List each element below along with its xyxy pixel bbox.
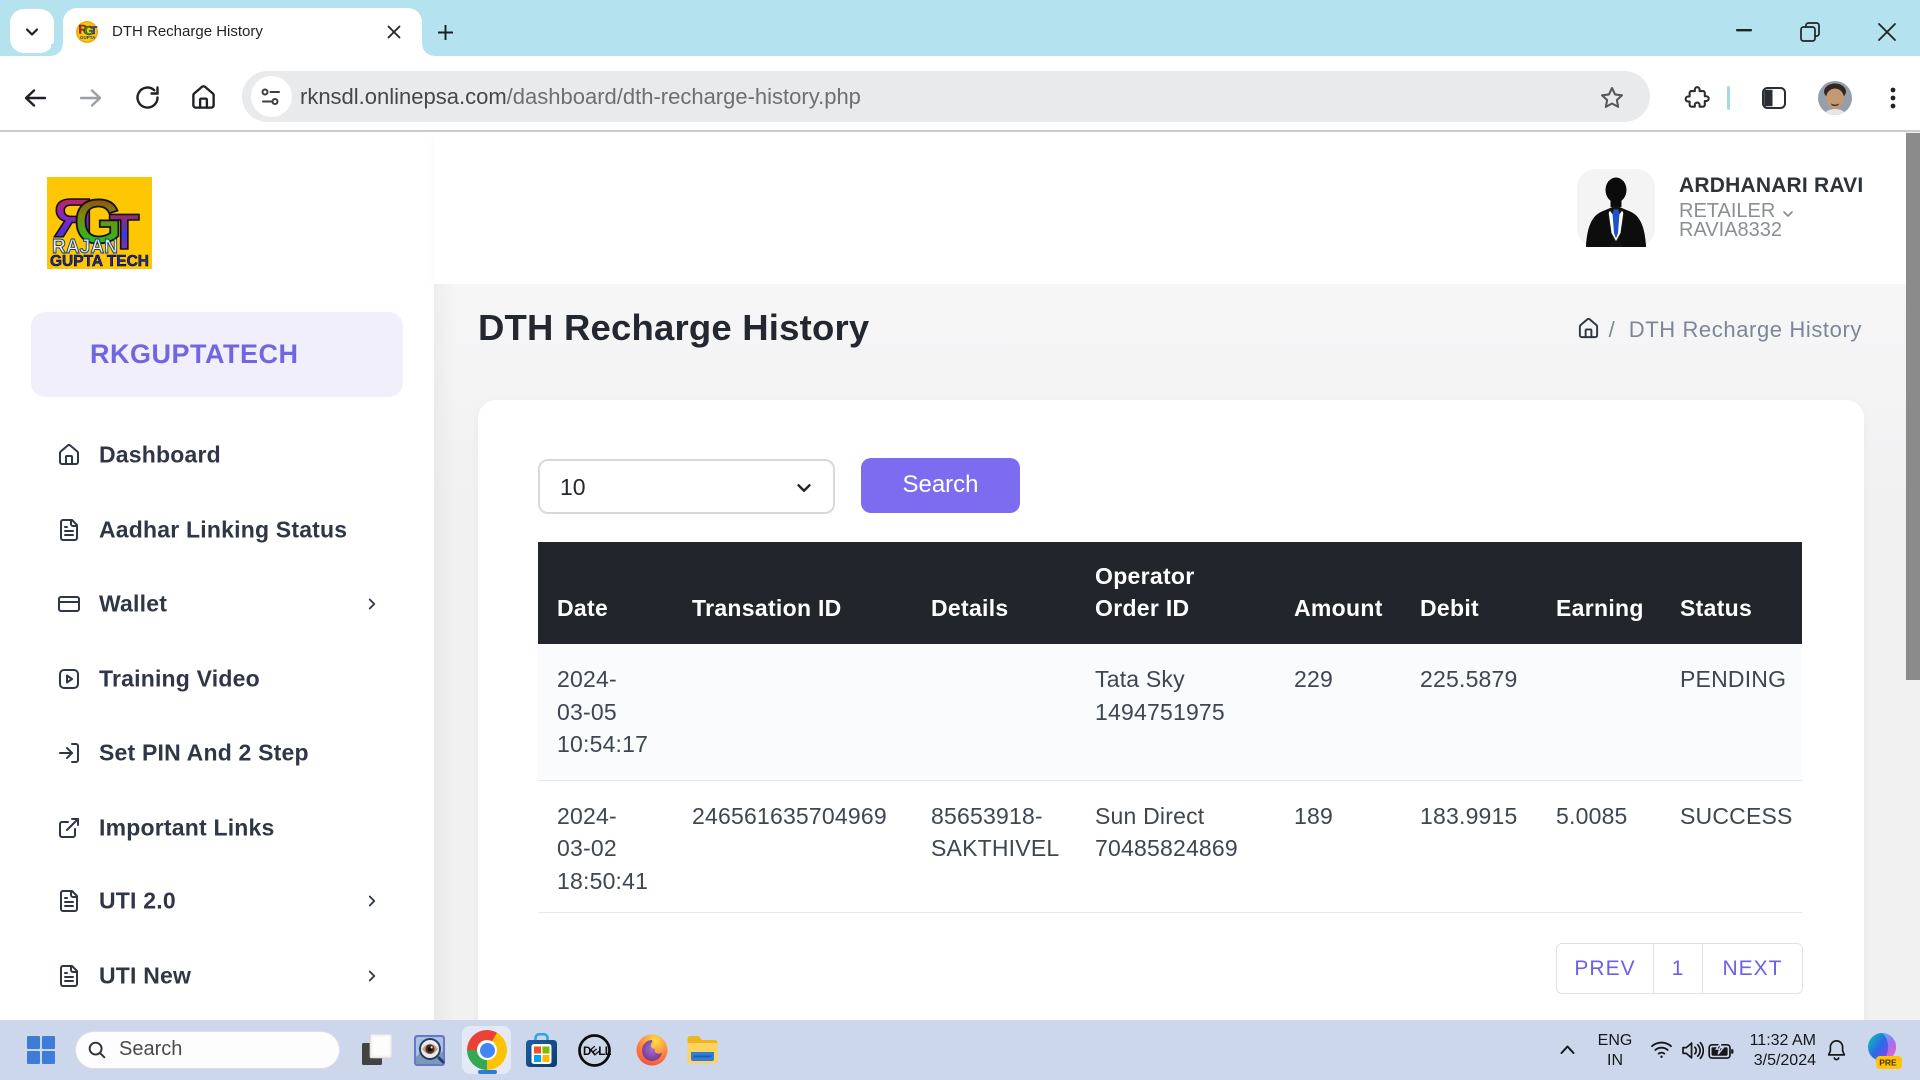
svg-text:LL: LL <box>598 1046 611 1058</box>
svg-text:GUPTA TECH: GUPTA TECH <box>50 253 149 269</box>
svg-text:GUPTA: GUPTA <box>80 35 96 40</box>
svg-text:PRE: PRE <box>1879 1058 1897 1068</box>
